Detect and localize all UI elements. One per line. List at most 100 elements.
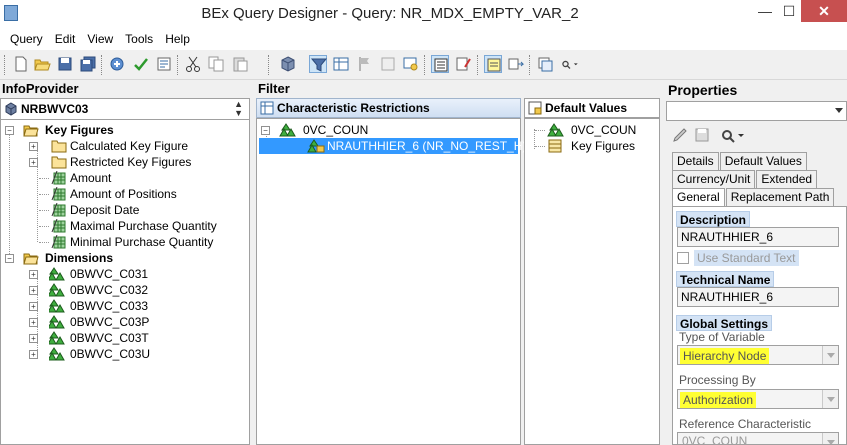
tree-node-label: Maximal Purchase Quantity [70, 219, 217, 233]
menu-bar: Query Edit View Tools Help [0, 28, 847, 50]
technical-name-field[interactable]: NRAUTHHIER_6 [677, 287, 839, 307]
cube-icon[interactable] [279, 55, 297, 73]
expand-icon[interactable]: + [29, 270, 38, 279]
settings-dropdown-icon[interactable] [720, 127, 746, 146]
tab-default-values[interactable]: Default Values [719, 152, 807, 170]
dropdown-arrow-icon[interactable] [822, 346, 838, 364]
tab-replacement-path[interactable]: Replacement Path [725, 188, 835, 206]
publish-icon[interactable] [108, 55, 126, 73]
description-field[interactable]: NRAUTHHIER_6 [677, 227, 839, 247]
copy-icon[interactable] [207, 55, 225, 73]
new-icon[interactable] [12, 55, 30, 73]
expand-icon[interactable]: + [29, 286, 38, 295]
folder-open-icon [23, 123, 39, 141]
tree-guide [39, 226, 49, 227]
save-all-icon[interactable] [79, 55, 97, 73]
toolbar-separator [268, 55, 270, 75]
menu-help[interactable]: Help [159, 32, 196, 46]
table-view-icon[interactable] [431, 55, 449, 73]
tree-node-label: Minimal Purchase Quantity [70, 235, 214, 249]
default-values-header: Default Values [524, 98, 660, 118]
expand-icon[interactable]: + [29, 142, 38, 151]
type-of-variable-label: Type of Variable [679, 330, 765, 344]
tree-node-label: Restricted Key Figures [70, 155, 192, 169]
where-used-icon[interactable] [402, 55, 420, 73]
tree-guide [39, 178, 49, 179]
toolbar [0, 50, 847, 80]
tree-guide [535, 146, 545, 147]
save-icon[interactable] [56, 55, 74, 73]
expand-icon[interactable]: + [29, 334, 38, 343]
cut-icon[interactable] [184, 55, 202, 73]
collapse-icon[interactable]: − [5, 126, 14, 135]
edit-icon[interactable] [672, 127, 688, 146]
tree-guide [39, 194, 49, 195]
menu-tools[interactable]: Tools [119, 32, 159, 46]
tree-guide [535, 130, 545, 131]
properties-tabs-row-3: General Replacement Path [672, 188, 835, 206]
properties-object-selector[interactable] [666, 101, 847, 121]
properties-icon[interactable] [155, 55, 173, 73]
reference-characteristic-select[interactable]: 0VC_COUN [677, 432, 839, 445]
tree-node-label: Key Figures [45, 123, 114, 137]
tree-guide [39, 242, 49, 243]
tab-currency-unit[interactable]: Currency/Unit [672, 170, 756, 188]
title-bar: BEx Query Designer - Query: NR_MDX_EMPTY… [0, 0, 847, 28]
messages-icon[interactable] [484, 55, 502, 73]
close-button[interactable]: ✕ [801, 0, 847, 22]
processing-by-select[interactable]: Authorization [677, 389, 839, 409]
tree-node-label: 0BWVC_C032 [70, 283, 149, 297]
tree-guide [9, 130, 10, 260]
tree-node-label: 0BWVC_C031 [70, 267, 149, 281]
checkbox-box[interactable] [677, 252, 689, 264]
expand-icon[interactable]: + [29, 302, 38, 311]
filter-node-nrauthhier-6[interactable]: NRAUTHHIER_6 (NR_NO_REST_H) [259, 138, 526, 154]
dropdown-arrow-icon[interactable] [822, 390, 838, 408]
dropdown-arrow-icon[interactable] [835, 108, 843, 113]
documents-icon[interactable] [507, 55, 525, 73]
expand-icon[interactable]: + [29, 158, 38, 167]
reference-characteristic-value: 0VC_COUN [682, 434, 748, 445]
default-values-pane[interactable]: 0VC_COUN Key Figures [524, 118, 660, 445]
save-icon[interactable] [694, 127, 710, 146]
characteristic-restrictions-pane[interactable]: − 0VC_COUN NRAUTHHIER_6 (NR_NO_REST_H) [256, 118, 526, 445]
settings-dropdown-icon[interactable] [561, 55, 589, 73]
tab-general[interactable]: General [672, 188, 725, 206]
exceptions-icon[interactable] [356, 55, 374, 73]
properties-tabs-row-2: Currency/Unit Extended [672, 170, 818, 188]
maximize-button[interactable]: ☐ [777, 0, 801, 22]
tools-icon[interactable] [536, 55, 554, 73]
infoprovider-selector[interactable]: NRBWVC03 ▲ ▼ [0, 98, 250, 120]
tree-node-label: 0BWVC_C03T [70, 331, 149, 345]
tab-details[interactable]: Details [672, 152, 719, 170]
open-icon[interactable] [33, 55, 51, 73]
tab-extended[interactable]: Extended [756, 170, 818, 188]
tree-node-label: Amount [70, 171, 112, 185]
filter-icon[interactable] [309, 55, 328, 73]
collapse-icon[interactable]: − [261, 126, 270, 135]
dropdown-arrow-icon[interactable] [822, 433, 838, 444]
tree-node-label: Calculated Key Figure [70, 139, 189, 153]
paste-icon[interactable] [231, 55, 249, 73]
cells-icon[interactable] [455, 55, 473, 73]
key-figures-structure-icon [547, 139, 563, 157]
rows-columns-icon[interactable] [332, 55, 350, 73]
description-section-title: Description [676, 211, 751, 227]
type-of-variable-value: Hierarchy Node [680, 348, 770, 364]
menu-query[interactable]: Query [4, 32, 49, 46]
conditions-icon[interactable] [379, 55, 397, 73]
expand-icon[interactable]: + [29, 318, 38, 327]
tree-node-label: 0BWVC_C03P [70, 315, 150, 329]
check-icon[interactable] [132, 55, 150, 73]
expand-icon[interactable]: + [29, 350, 38, 359]
collapse-icon[interactable]: − [5, 254, 14, 263]
menu-edit[interactable]: Edit [49, 32, 82, 46]
cube-icon [4, 102, 18, 119]
characteristic-restrictions-title: Characteristic Restrictions [277, 101, 430, 115]
type-of-variable-select[interactable]: Hierarchy Node [677, 345, 839, 365]
minimize-button[interactable]: — [753, 0, 777, 22]
menu-view[interactable]: View [81, 32, 119, 46]
spin-arrows-icon[interactable]: ▲ ▼ [234, 100, 243, 118]
tree-node-label: 0VC_COUN [571, 123, 637, 137]
window-title: BEx Query Designer - Query: NR_MDX_EMPTY… [201, 5, 579, 22]
